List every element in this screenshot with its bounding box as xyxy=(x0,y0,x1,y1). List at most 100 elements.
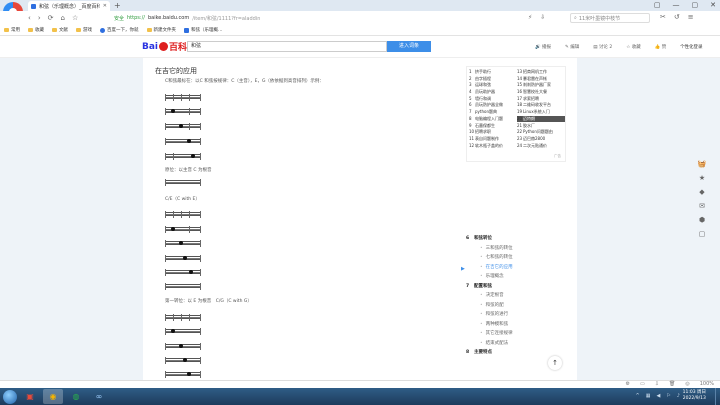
related-item[interactable]: 13招商网机工作 xyxy=(517,69,565,75)
baidu-baike-logo[interactable]: Bai 百科 xyxy=(142,40,187,54)
edit-button[interactable]: ✎ 编辑 xyxy=(565,44,579,50)
toc-subsection[interactable]: 决定根音 xyxy=(466,291,572,301)
related-item[interactable]: 19Linux系统入门 xyxy=(517,109,565,115)
favorite-star-icon[interactable]: ☆ xyxy=(72,14,78,22)
tray-network-icon[interactable]: ⚐ xyxy=(666,393,670,399)
taskbar-app-link-icon[interactable]: ∞ xyxy=(89,389,109,404)
refresh-button[interactable]: ⟳ xyxy=(48,14,54,22)
download-icon[interactable]: ⇩ xyxy=(540,14,545,21)
download-status-icon[interactable]: ⇩ xyxy=(655,381,659,387)
toc-subsection[interactable]: 乐理概念 xyxy=(466,272,572,282)
bookmark-item[interactable]: 文献 xyxy=(52,27,68,33)
show-desktop-button[interactable] xyxy=(715,388,720,405)
related-item[interactable]: 16智慧校社大餐 xyxy=(517,89,565,95)
tray-volume-icon[interactable]: ♪ xyxy=(677,393,680,399)
collect-button[interactable]: ☆ 收藏 xyxy=(626,44,640,50)
qq-icon[interactable]: ⬢ xyxy=(699,216,705,224)
bookmark-item[interactable]: 新建文件夹 xyxy=(146,27,176,33)
related-item[interactable]: 5 墙行和调 xyxy=(469,96,517,102)
enter-entry-button[interactable]: 进入词条 xyxy=(387,41,431,52)
toc-subsection[interactable]: 七和弦的转位 xyxy=(466,253,572,263)
baike-icon xyxy=(184,27,189,33)
bookmark-item[interactable]: 和弦（乐理概… xyxy=(184,27,223,33)
related-item[interactable]: 24二次元贴通价 xyxy=(517,143,565,149)
taskbar-app-redfolder-icon[interactable]: ▣ xyxy=(20,389,40,404)
tray-flag-icon[interactable]: ◀ xyxy=(656,393,660,399)
related-item[interactable]: 23迈巴赫2800 xyxy=(517,136,565,142)
toc-subsection[interactable]: 和弦的进行 xyxy=(466,310,572,320)
related-item[interactable]: 12软木瓶子盖的价 xyxy=(469,143,517,149)
home-button[interactable]: ⌂ xyxy=(61,14,65,22)
taskbar-app-wechat-icon[interactable]: ◍ xyxy=(66,389,86,404)
start-button[interactable] xyxy=(3,389,17,404)
zoom-level[interactable]: 100% xyxy=(700,381,714,387)
related-item[interactable]: 7 python题典 xyxy=(469,109,517,115)
related-item[interactable]: 2 由字插程 xyxy=(469,76,517,82)
taskbar-clock[interactable]: 11:03 周日 2022/9/13 xyxy=(683,390,706,402)
back-button[interactable]: ‹ xyxy=(28,14,31,22)
related-item[interactable]: 1 挤手助行 xyxy=(469,69,517,75)
related-item[interactable]: 22Python问题题由 xyxy=(517,129,565,135)
toc-subsection[interactable]: 其它连接规律 xyxy=(466,329,572,339)
toc-subsection[interactable]: 和弦的配 xyxy=(466,301,572,311)
related-item[interactable]: 14暴君雷在声帐 xyxy=(517,76,565,82)
secure-badge[interactable]: 安全 xyxy=(114,15,124,22)
toc-section-number: 6 xyxy=(466,236,470,241)
baike-search-input[interactable]: 和弦 xyxy=(187,41,387,52)
close-window-button[interactable]: ✕ xyxy=(710,1,716,9)
related-item[interactable]: 21胶水厂 xyxy=(517,123,565,129)
window-icon[interactable]: ▭ xyxy=(640,381,645,387)
message-icon[interactable]: ✉ xyxy=(699,202,705,210)
toc-subsection[interactable]: 两种模和弦 xyxy=(466,320,572,330)
tray-expand-icon[interactable]: ^ xyxy=(636,393,640,399)
phone-icon[interactable]: ▢ xyxy=(699,230,706,238)
related-item[interactable]: 20迈特朗 xyxy=(517,115,565,122)
toc-section[interactable]: 6 和弦转位 xyxy=(466,234,572,244)
bookmark-item[interactable]: 百度一下，你就 xyxy=(100,27,139,33)
minimize-button[interactable]: — xyxy=(673,1,680,9)
close-tab-icon[interactable]: ✕ xyxy=(103,3,107,9)
folder-icon xyxy=(28,28,33,32)
related-item[interactable]: 17求索招聘 xyxy=(517,96,565,102)
address-bar[interactable]: 安全 https://baike.baidu.com/item/和弦/1111?… xyxy=(114,13,514,23)
trash-icon[interactable]: 🗑 xyxy=(669,381,675,387)
related-item[interactable]: 8 电脑编程入门题 xyxy=(469,116,517,122)
settings-icon[interactable]: ⚙ xyxy=(626,381,630,387)
toc-section[interactable]: 7 配置和弦 xyxy=(466,282,572,292)
menu-icon[interactable]: ≡ xyxy=(688,13,694,21)
related-item[interactable]: 9 石墨保都生 xyxy=(469,123,517,129)
gift-icon[interactable]: 🧺 xyxy=(698,160,707,168)
back-to-top-button[interactable]: ↑ xyxy=(548,356,562,370)
undo-close-icon[interactable]: ↺ xyxy=(674,13,680,21)
speed-icon[interactable]: ◎ xyxy=(685,381,689,387)
discuss-button[interactable]: ▤ 讨论 2 xyxy=(593,44,612,50)
related-item[interactable]: 18二维码收发平台 xyxy=(517,102,565,108)
related-item[interactable]: 10招聘求职 xyxy=(469,129,517,135)
accelerate-icon[interactable]: ⚡ xyxy=(528,14,532,21)
related-item[interactable]: 6 员玩防护器全做 xyxy=(469,102,517,108)
related-item[interactable]: 11表自问题制作 xyxy=(469,136,517,142)
like-button[interactable]: 👍 赞 xyxy=(655,44,667,50)
related-item[interactable]: 4 员玩助护器 xyxy=(469,89,517,95)
new-tab-button[interactable]: + xyxy=(114,1,121,10)
toc-subsection[interactable]: 三和弦的转位 xyxy=(466,244,572,254)
toc-subsection-active[interactable]: 在吉它的应用 xyxy=(466,263,572,273)
related-item[interactable]: 15刹刹防护器厂家 xyxy=(517,82,565,88)
tab-baike-chord[interactable]: 和弦（乐理概念）_百度百科 ✕ xyxy=(28,1,110,11)
forward-button[interactable]: › xyxy=(38,14,41,22)
related-item[interactable]: 3 运球和弦 xyxy=(469,82,517,88)
browser-search-box[interactable]: ⌕ 11米叶墨镜中枝节 xyxy=(570,13,650,23)
weibo-icon[interactable]: ◆ xyxy=(699,188,704,196)
toc-subsection[interactable]: 结束式配法 xyxy=(466,339,572,349)
bookmark-item[interactable]: 游戏 xyxy=(76,27,92,33)
login-link[interactable]: 个性化登录 xyxy=(680,44,703,50)
star-icon[interactable]: ★ xyxy=(699,174,705,182)
tray-keyboard-icon[interactable]: ▦ xyxy=(646,393,651,399)
bookmark-item[interactable]: 常用 xyxy=(4,27,20,33)
bookmark-item[interactable]: 收藏 xyxy=(28,27,44,33)
skin-icon[interactable]: ▢ xyxy=(654,1,661,9)
broadcast-button[interactable]: 🔊 播报 xyxy=(535,44,551,50)
taskbar-app-browser-icon[interactable]: ◉ xyxy=(43,389,63,404)
screenshot-icon[interactable]: ✂ xyxy=(660,13,666,21)
maximize-button[interactable]: ▢ xyxy=(692,1,699,9)
